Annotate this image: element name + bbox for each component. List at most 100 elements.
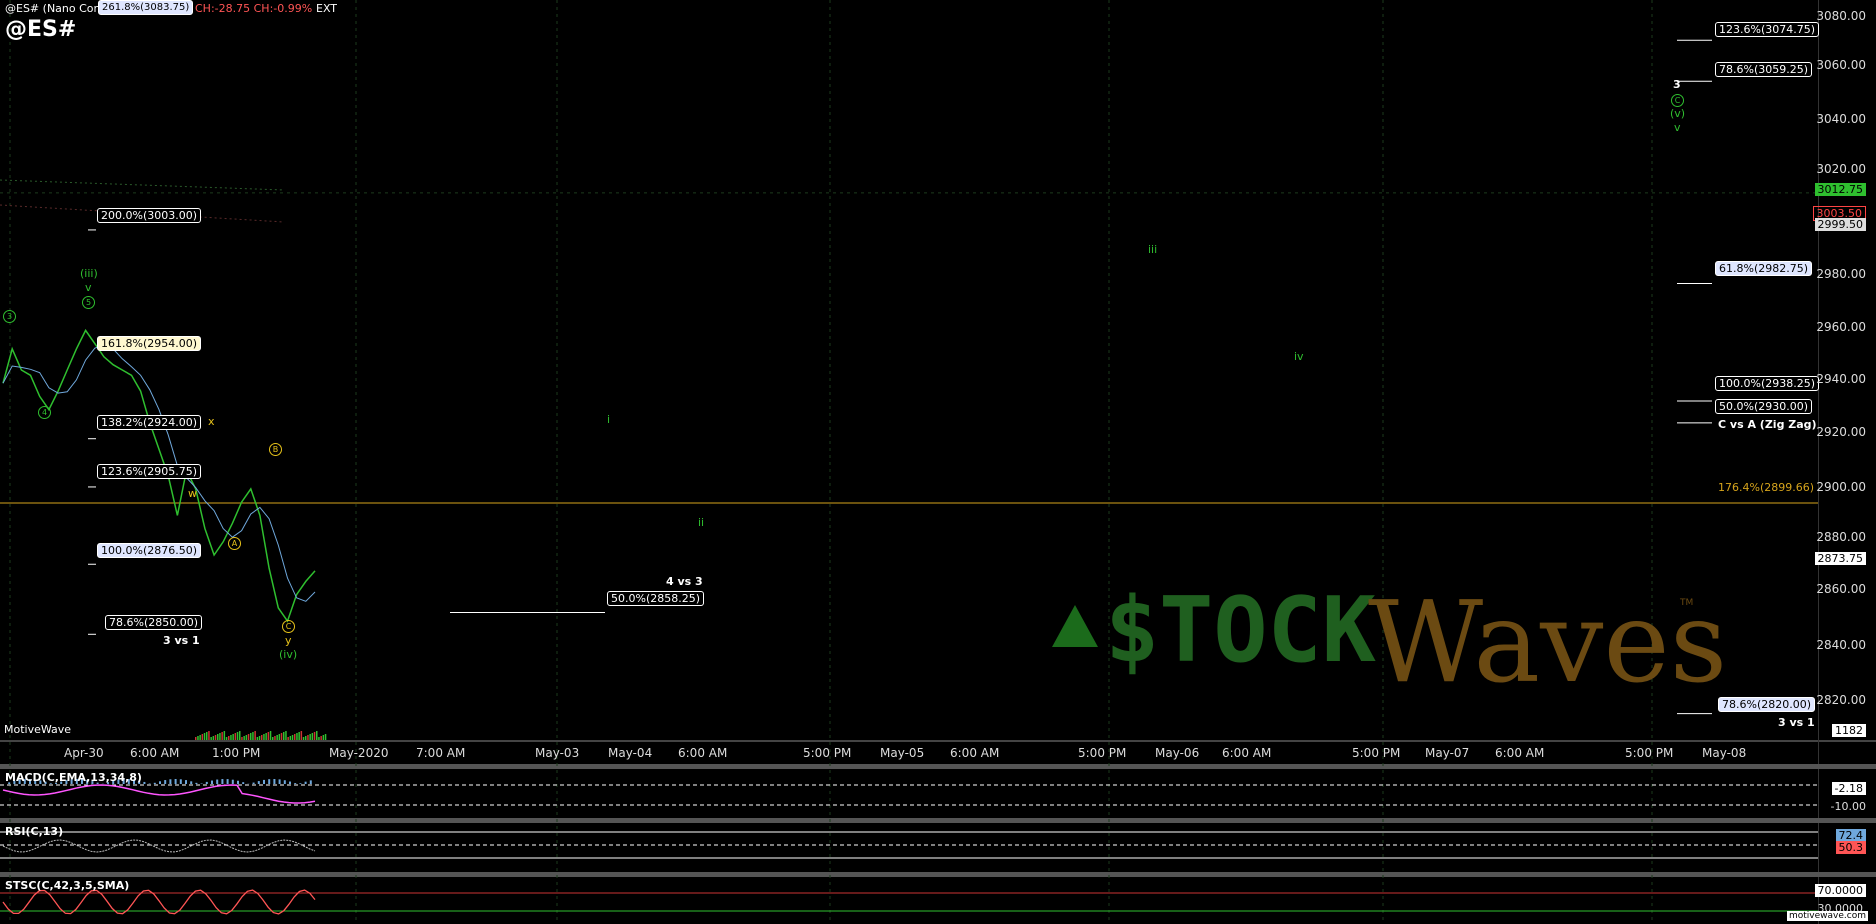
volume-bar (307, 735, 309, 740)
volume-bar (197, 736, 199, 740)
volume-bar (245, 735, 248, 740)
time-tick: May-08 (1702, 746, 1747, 760)
stoch-tick: 70.0000 (1814, 884, 1866, 897)
price-badge: 2999.50 (1814, 218, 1866, 231)
price-tick: 3020.00 (1816, 162, 1866, 176)
volume-bar (316, 731, 318, 740)
wave-label: B (269, 443, 282, 456)
macd-hist-bar (289, 781, 291, 784)
logo-triangle-icon (1052, 605, 1098, 647)
time-tick: May-2020 (329, 746, 389, 760)
volume-bar (210, 737, 212, 740)
fib-label: 100.0%(2876.50) (97, 543, 202, 558)
price-tick: 2840.00 (1816, 638, 1866, 652)
macd-hist-bar (205, 781, 208, 784)
price-tick: 3080.00 (1816, 9, 1866, 23)
footer-url: motivewave.com (1787, 911, 1868, 921)
macd-hist-bar (153, 782, 156, 784)
volume-bar (289, 736, 292, 740)
c-vs-a-label: C vs A (Zig Zag) (1718, 418, 1817, 431)
fib-label: 50.0%(2858.25) (607, 591, 705, 606)
chart-canvas[interactable] (0, 0, 1876, 924)
macd-hist-bar (268, 779, 271, 784)
macd-title: MACD(C,EMA,13,34,8) (5, 771, 142, 784)
volume-bar (252, 732, 254, 740)
volume-bar (258, 736, 261, 740)
volume-bar (274, 736, 276, 740)
time-tick: 5:00 PM (1078, 746, 1127, 760)
three-vs-one-label: 3 vs 1 (1778, 716, 1815, 729)
macd-hist-bar (242, 782, 245, 784)
time-tick: May-05 (880, 746, 925, 760)
pane-separator (0, 764, 1876, 769)
wave-label: y (285, 634, 292, 647)
fib-label: 100.0%(2938.25) (1715, 376, 1820, 391)
macd-hist-bar (304, 781, 307, 784)
four-vs-three-label: 4 vs 3 (666, 575, 703, 588)
price-tick: 3040.00 (1816, 112, 1866, 126)
volume-bar (305, 736, 307, 740)
volume-bar (272, 737, 274, 740)
motivewave-watermark: MotiveWave (4, 723, 72, 736)
macd-hist-bar (169, 779, 172, 784)
time-tick: 7:00 AM (416, 746, 466, 760)
time-axis-border (0, 740, 1876, 742)
volume-bar (280, 733, 283, 740)
pane-separator (0, 872, 1876, 877)
fib-label: 78.6%(2850.00) (105, 615, 203, 630)
fib-label: 78.6%(3059.25) (1715, 62, 1813, 77)
volume-bar (234, 733, 237, 740)
macd-hist-bar (185, 780, 187, 784)
volume-bar (247, 734, 250, 740)
volume-bar (294, 734, 296, 740)
volume-bar (302, 737, 305, 740)
wave-label: 3 (3, 310, 16, 323)
time-tick: 6:00 AM (1222, 746, 1272, 760)
volume-bar (254, 731, 256, 740)
volume-bar (199, 735, 201, 740)
price-tick: 2940.00 (1816, 372, 1866, 386)
volume-bar (223, 731, 226, 740)
volume-bar (236, 732, 239, 740)
fib-label: 50.0%(2930.00) (1715, 399, 1813, 414)
time-tick: 6:00 AM (950, 746, 1000, 760)
stoch-title: STSC(C,42,3,5,SMA) (5, 879, 130, 892)
time-tick: 5:00 PM (803, 746, 852, 760)
pane-separator (0, 818, 1876, 823)
volume-bar (278, 734, 281, 740)
time-tick: Apr-30 (64, 746, 104, 760)
price-tick: 2960.00 (1816, 320, 1866, 334)
volume-bar (285, 731, 287, 740)
volume-bar (228, 736, 230, 740)
price-tick: 2860.00 (1816, 582, 1866, 596)
wave-label: (v) (1670, 107, 1686, 120)
macd-hist-bar (231, 779, 234, 784)
volume-bar (261, 735, 263, 740)
time-tick: May-07 (1425, 746, 1470, 760)
fib-label: 123.6%(2905.75) (97, 464, 202, 479)
volume-bar (212, 736, 215, 740)
macd-hist-bar (164, 780, 167, 784)
wave-label: v (85, 281, 92, 294)
macd-hist-bar (237, 780, 239, 784)
macd-line (2, 784, 316, 804)
macd-hist-bar (216, 779, 219, 784)
macd-hist-bar (226, 779, 229, 784)
volume-bar (291, 735, 294, 740)
volume-bar (239, 731, 241, 740)
volume-bar (276, 735, 278, 740)
volume-bar (309, 734, 311, 740)
macd-hist-bar (257, 781, 260, 784)
logo-tm: TM (1680, 598, 1694, 608)
volume-bar (324, 734, 327, 740)
volume-bar (320, 736, 322, 740)
volume-bar (267, 732, 270, 740)
macd-tick: -10.00 (1830, 800, 1866, 813)
time-tick: 5:00 PM (1352, 746, 1401, 760)
price-tick: 2980.00 (1816, 267, 1866, 281)
volume-bar (300, 731, 303, 740)
macd-hist-bar (252, 782, 255, 784)
macd-hist-bar (179, 779, 182, 784)
logo-stock: $TOCK (1105, 578, 1376, 683)
price-tick: 2880.00 (1816, 530, 1866, 544)
